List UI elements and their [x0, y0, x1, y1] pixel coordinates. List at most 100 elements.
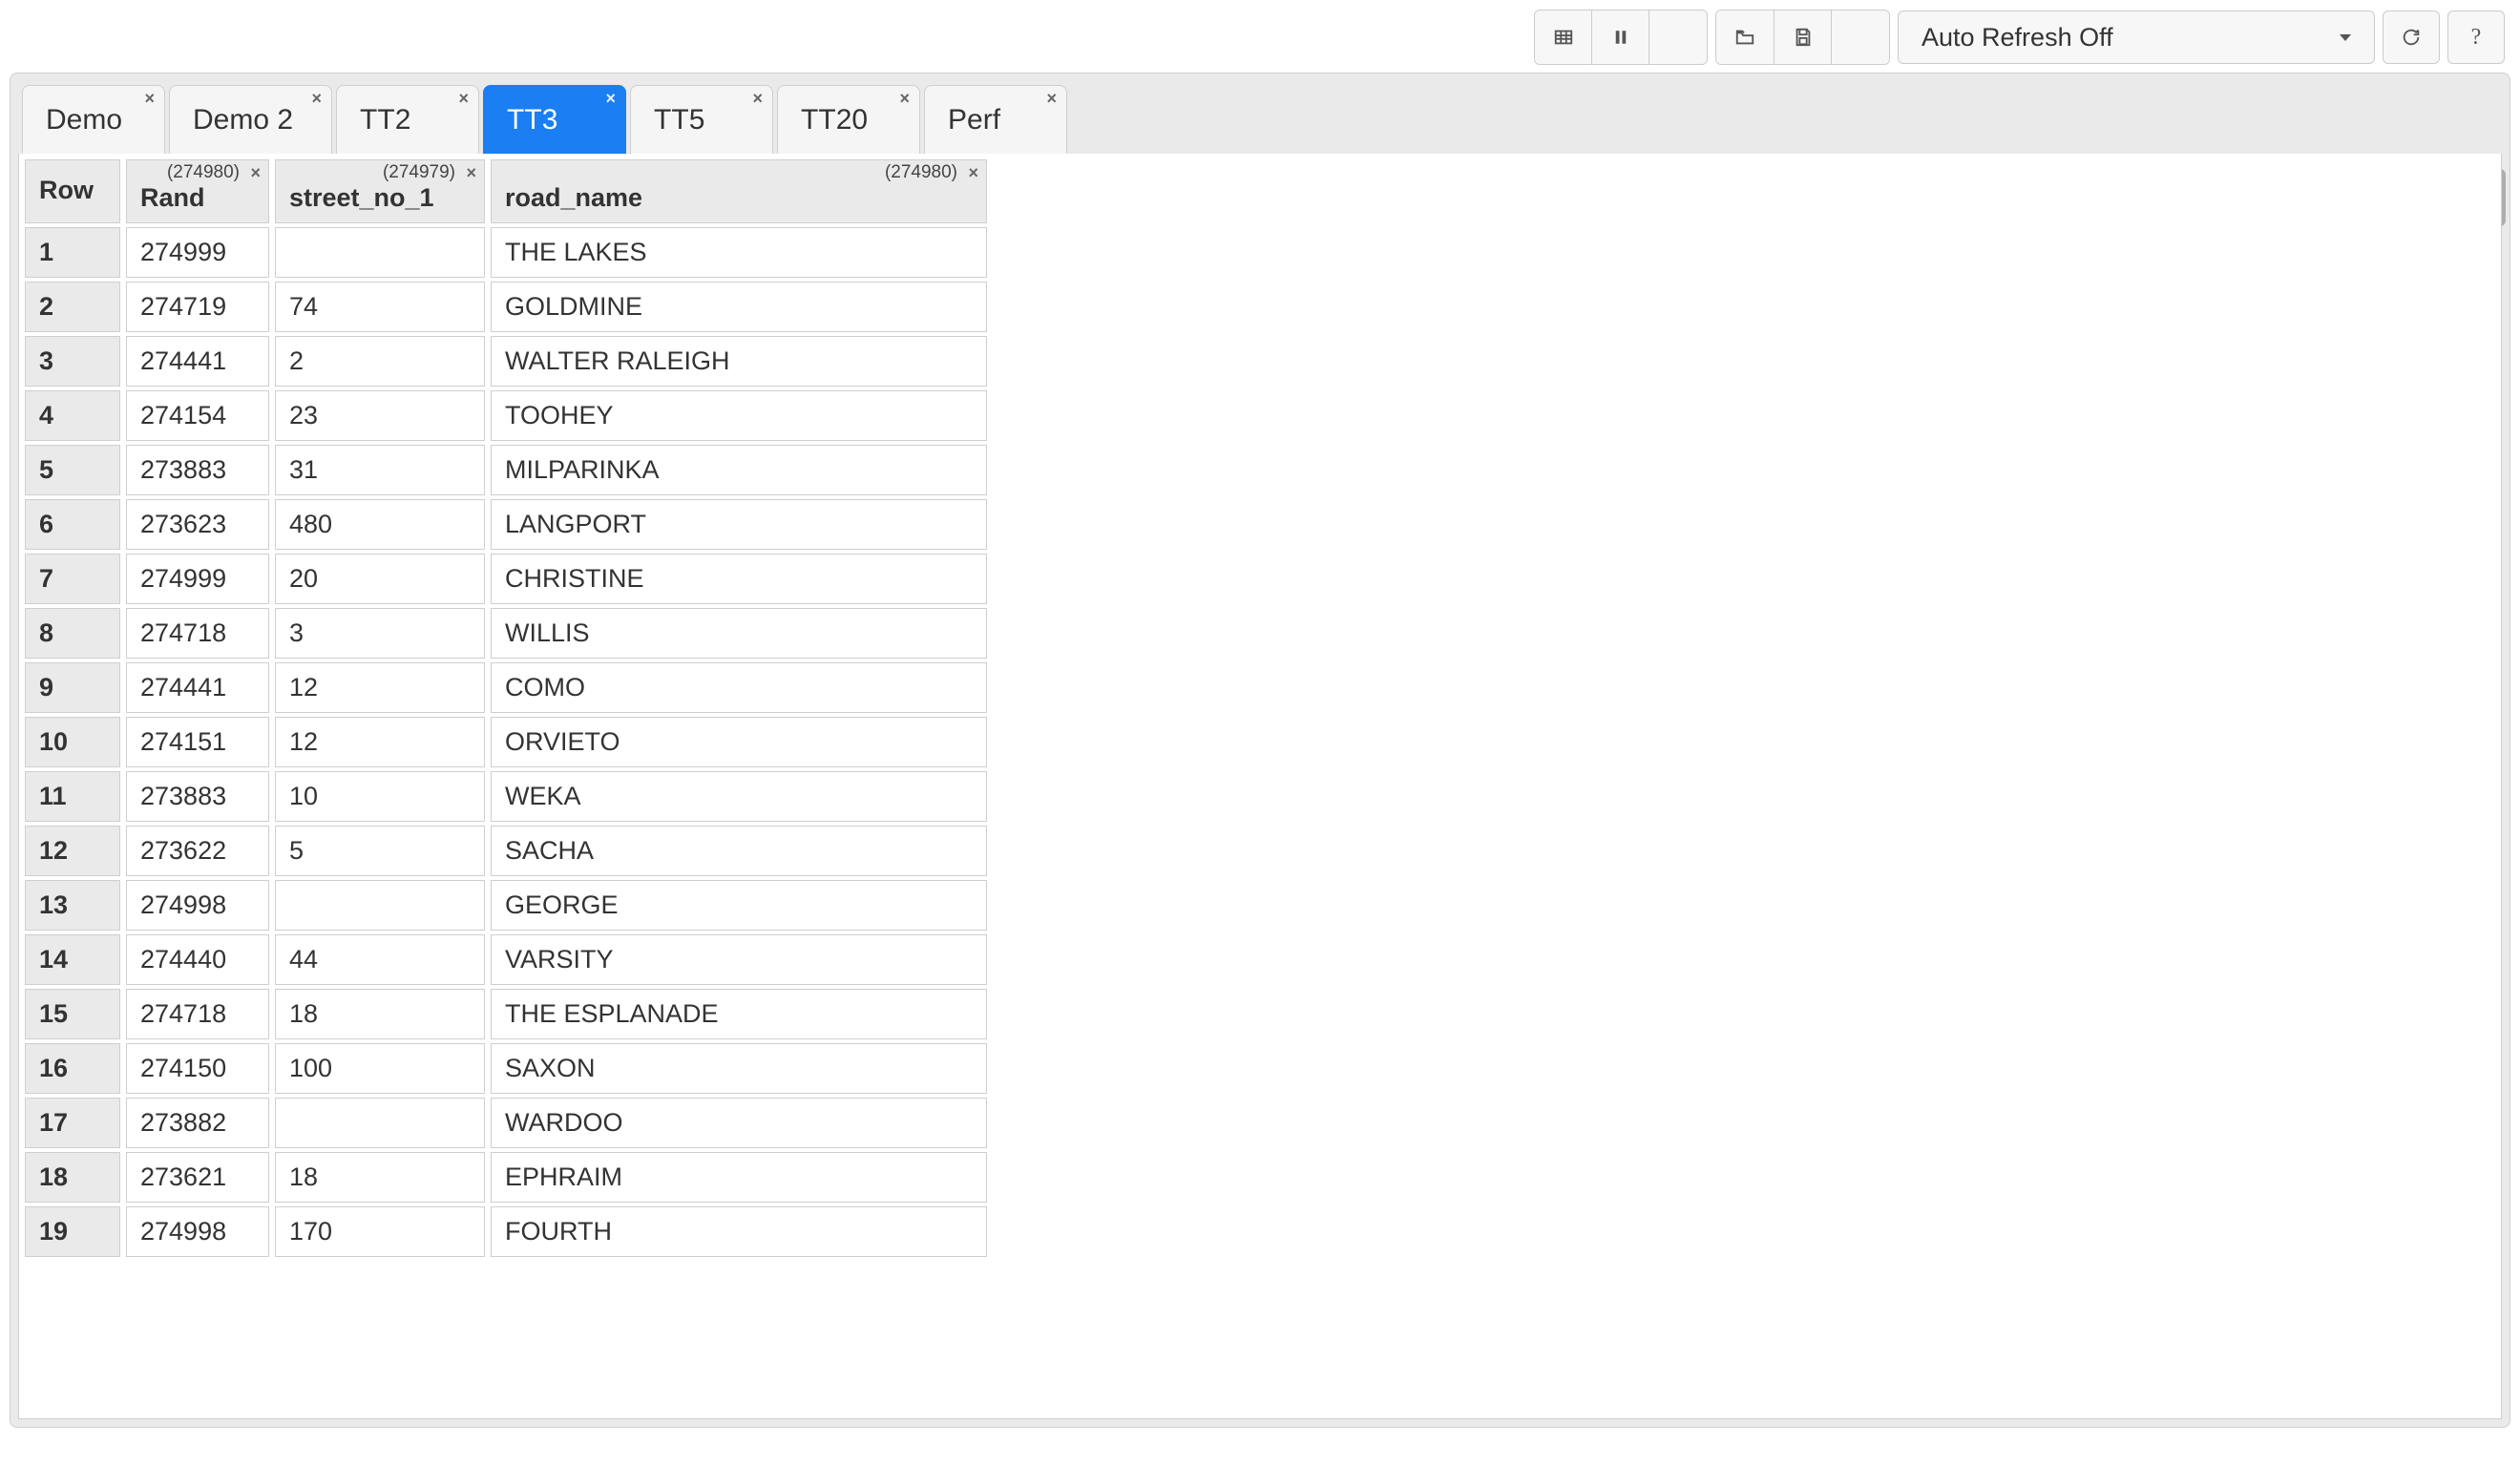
table-row[interactable]: 427415423TOOHEY — [25, 390, 987, 441]
close-icon[interactable]: × — [459, 90, 470, 107]
row-number-cell: 19 — [25, 1206, 120, 1257]
close-icon[interactable]: × — [1047, 90, 1058, 107]
rand-cell: 273882 — [126, 1098, 269, 1148]
rand-cell: 273621 — [126, 1152, 269, 1203]
main-panel: Demo × Demo 2 × TT2 × TT3 × TT5 × TT20 × — [10, 73, 2510, 1428]
table-row[interactable]: 19274998170FOURTH — [25, 1206, 987, 1257]
table-row[interactable]: 32744412WALTER RALEIGH — [25, 336, 987, 387]
refresh-icon — [2401, 27, 2422, 48]
table-row[interactable]: 1427444044VARSITY — [25, 934, 987, 985]
row-number-cell: 8 — [25, 608, 120, 659]
street-no-cell: 2 — [275, 336, 485, 387]
save-icon — [1793, 27, 1814, 48]
row-number-cell: 4 — [25, 390, 120, 441]
tab-perf[interactable]: Perf × — [924, 85, 1067, 154]
row-number-cell: 15 — [25, 989, 120, 1039]
table-row[interactable]: 927444112COMO — [25, 662, 987, 713]
row-number-cell: 6 — [25, 499, 120, 550]
street-no-cell: 100 — [275, 1043, 485, 1094]
auto-refresh-dropdown[interactable]: Auto Refresh Off — [1898, 10, 2375, 64]
table-row[interactable]: 527388331MILPARINKA — [25, 445, 987, 495]
refresh-button[interactable] — [2383, 10, 2440, 64]
tab-label: TT2 — [360, 104, 410, 136]
table-row[interactable]: 1127388310WEKA — [25, 771, 987, 822]
close-icon[interactable]: × — [466, 164, 476, 181]
tab-tt2[interactable]: TT2 × — [336, 85, 479, 154]
col-header-label: Rand — [140, 183, 255, 213]
tab-tt20[interactable]: TT20 × — [777, 85, 920, 154]
street-no-cell — [275, 1098, 485, 1148]
table-row[interactable]: 13274998GEORGE — [25, 880, 987, 931]
tab-tt5[interactable]: TT5 × — [630, 85, 773, 154]
save-button[interactable] — [1774, 10, 1832, 64]
road-name-cell: THE LAKES — [491, 227, 987, 278]
col-header-street-no-1[interactable]: (274979) × street_no_1 — [275, 159, 485, 223]
row-number-cell: 17 — [25, 1098, 120, 1148]
tab-tt3[interactable]: TT3 × — [483, 85, 626, 154]
col-header-label: Row — [39, 176, 106, 205]
table-view-button[interactable] — [1535, 10, 1592, 64]
rand-cell: 274718 — [126, 989, 269, 1039]
close-icon[interactable]: × — [753, 90, 764, 107]
street-no-cell — [275, 880, 485, 931]
folder-open-icon — [1733, 27, 1756, 48]
pause-icon — [1612, 27, 1629, 48]
table-row[interactable]: 1274999THE LAKES — [25, 227, 987, 278]
toolbar-blank-button[interactable] — [1649, 10, 1707, 64]
rand-cell: 273883 — [126, 445, 269, 495]
rand-cell: 273622 — [126, 826, 269, 876]
road-name-cell: COMO — [491, 662, 987, 713]
table-icon — [1553, 27, 1574, 48]
table-row[interactable]: 17273882WARDOO — [25, 1098, 987, 1148]
close-icon[interactable]: × — [312, 90, 323, 107]
table-row[interactable]: 82747183WILLIS — [25, 608, 987, 659]
close-icon[interactable]: × — [900, 90, 911, 107]
col-header-road-name[interactable]: (274980) × road_name — [491, 159, 987, 223]
table-row[interactable]: 1027415112ORVIETO — [25, 717, 987, 767]
close-icon[interactable]: × — [968, 164, 978, 181]
table-row[interactable]: 1527471818THE ESPLANADE — [25, 989, 987, 1039]
chevron-down-icon — [2340, 34, 2351, 41]
street-no-cell: 23 — [275, 390, 485, 441]
rand-cell: 273623 — [126, 499, 269, 550]
toolbar-group-1 — [1534, 10, 1708, 65]
pause-button[interactable] — [1592, 10, 1649, 64]
rand-cell: 274998 — [126, 880, 269, 931]
road-name-cell: GOLDMINE — [491, 282, 987, 332]
close-icon[interactable]: × — [144, 90, 155, 107]
table-row[interactable]: 16274150100SAXON — [25, 1043, 987, 1094]
rand-cell: 273883 — [126, 771, 269, 822]
open-button[interactable] — [1716, 10, 1774, 64]
street-no-cell: 5 — [275, 826, 485, 876]
rand-cell: 274154 — [126, 390, 269, 441]
table-container: Row (274980) × Rand (274979) × street_no… — [18, 154, 2502, 1419]
table-row[interactable]: 727499920CHRISTINE — [25, 554, 987, 604]
street-no-cell: 12 — [275, 717, 485, 767]
street-no-cell: 3 — [275, 608, 485, 659]
toolbar-blank-button-2[interactable] — [1832, 10, 1889, 64]
street-no-cell: 18 — [275, 1152, 485, 1203]
col-header-row[interactable]: Row — [25, 159, 120, 223]
col-header-label: street_no_1 — [289, 183, 471, 213]
close-icon[interactable]: × — [606, 90, 617, 107]
table-row[interactable]: 122736225SACHA — [25, 826, 987, 876]
close-icon[interactable]: × — [250, 164, 261, 181]
road-name-cell: SACHA — [491, 826, 987, 876]
road-name-cell: GEORGE — [491, 880, 987, 931]
toolbar-group-2 — [1715, 10, 1890, 65]
tab-demo[interactable]: Demo × — [22, 85, 165, 154]
table-row[interactable]: 227471974GOLDMINE — [25, 282, 987, 332]
rand-cell: 274719 — [126, 282, 269, 332]
row-number-cell: 10 — [25, 717, 120, 767]
tab-label: TT3 — [507, 104, 557, 136]
col-header-rand[interactable]: (274980) × Rand — [126, 159, 269, 223]
road-name-cell: WEKA — [491, 771, 987, 822]
table-row[interactable]: 6273623480LANGPORT — [25, 499, 987, 550]
row-number-cell: 5 — [25, 445, 120, 495]
tab-demo-2[interactable]: Demo 2 × — [169, 85, 332, 154]
help-button[interactable]: ? — [2447, 10, 2505, 64]
rand-cell: 274150 — [126, 1043, 269, 1094]
table-row[interactable]: 1827362118EPHRAIM — [25, 1152, 987, 1203]
row-number-cell: 3 — [25, 336, 120, 387]
tab-label: TT5 — [654, 104, 704, 136]
